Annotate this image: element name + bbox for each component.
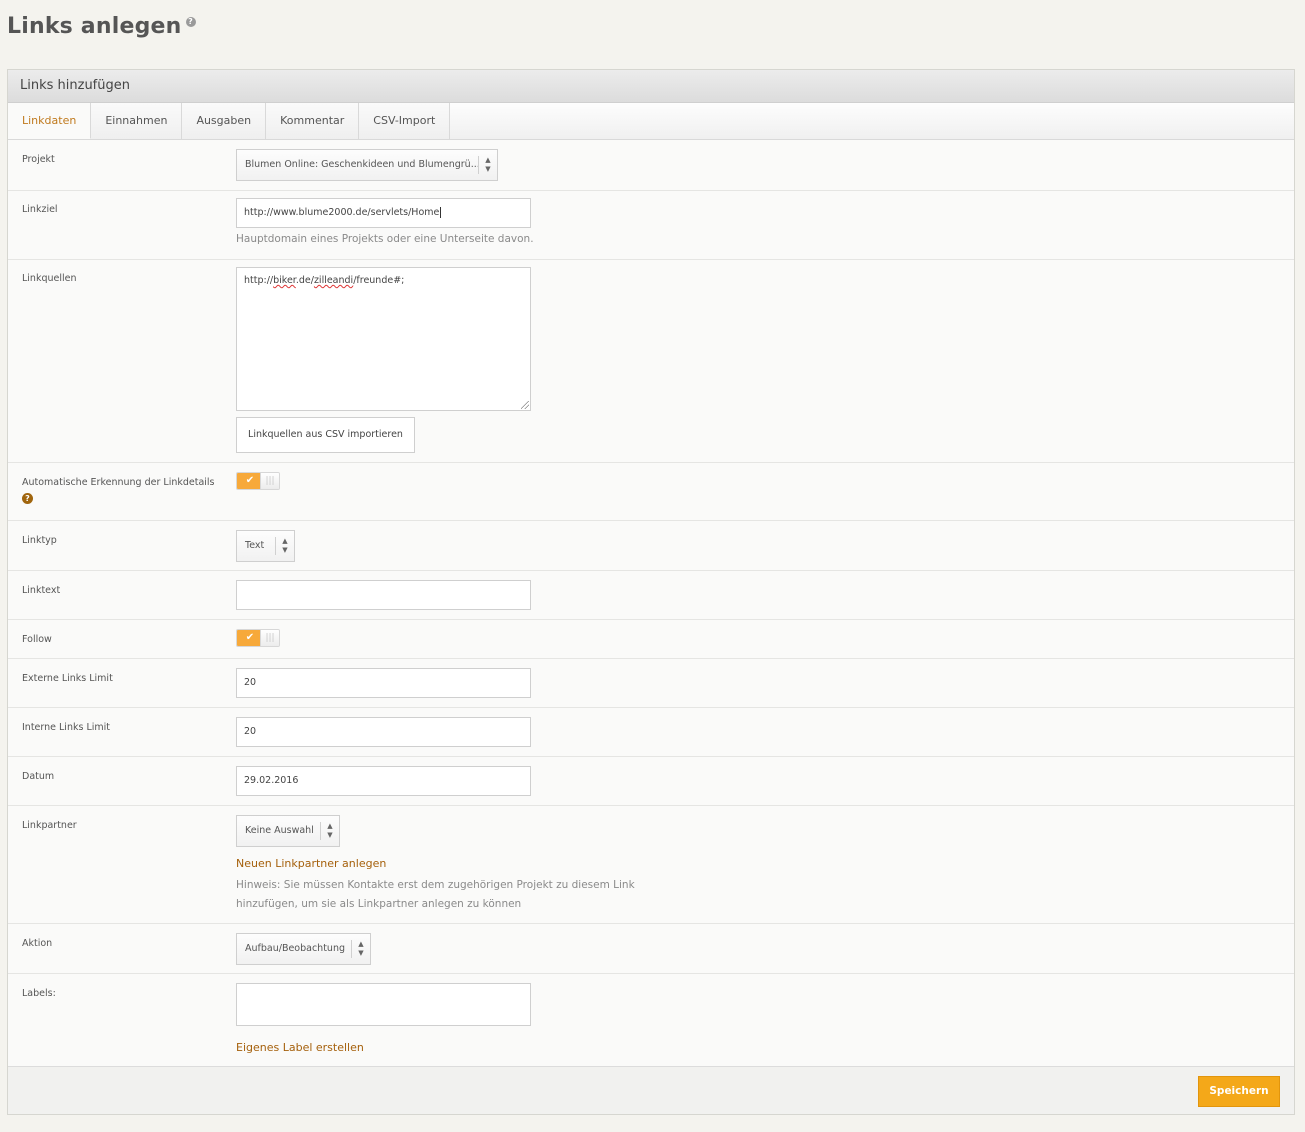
linkziel-label: Linkziel	[22, 204, 58, 215]
tab-ausgaben[interactable]: Ausgaben	[182, 103, 267, 139]
form-footer: Speichern	[8, 1066, 1294, 1114]
aktion-select[interactable]: Aufbau/Beobachtung ▲ ▼	[236, 933, 371, 965]
question-icon[interactable]: ?	[22, 493, 33, 504]
question-icon[interactable]: ?	[185, 17, 196, 27]
row-aktion: Aktion Aufbau/Beobachtung ▲ ▼	[8, 924, 1294, 974]
linkpartner-select-value: Keine Auswahl	[245, 825, 314, 836]
row-linktyp: Linktyp Text ▲ ▼	[8, 521, 1294, 571]
projekt-select[interactable]: Blumen Online: Geschenkideen und Blumeng…	[236, 149, 498, 181]
externe-links-limit-input[interactable]: 20	[236, 668, 531, 698]
linkquellen-text-part: /freunde#;	[353, 275, 405, 286]
tab-kommentar[interactable]: Kommentar	[266, 103, 360, 139]
auto-detect-label: Automatische Erkennung der Linkdetails ?	[22, 476, 222, 505]
select-arrows-icon: ▲ ▼	[351, 940, 370, 958]
tab-einnahmen[interactable]: Einnahmen	[91, 103, 183, 139]
import-csv-button[interactable]: Linkquellen aus CSV importieren	[236, 417, 415, 453]
select-arrows-icon: ▲ ▼	[478, 156, 497, 174]
row-linkziel: Linkziel http://www.blume2000.de/servlet…	[8, 191, 1294, 260]
linktyp-select[interactable]: Text ▲ ▼	[236, 530, 295, 562]
resize-grip-icon[interactable]	[521, 401, 529, 409]
interne-links-limit-label: Interne Links Limit	[22, 722, 110, 733]
row-externe-links-limit: Externe Links Limit 20	[8, 659, 1294, 708]
create-label-link[interactable]: Eigenes Label erstellen	[236, 1041, 364, 1054]
aktion-select-value: Aufbau/Beobachtung	[245, 943, 346, 954]
tab-bar: Linkdaten Einnahmen Ausgaben Kommentar C…	[8, 103, 1294, 140]
tab-csv-import[interactable]: CSV-Import	[359, 103, 451, 139]
linkpartner-label: Linkpartner	[22, 820, 77, 831]
linkziel-value: http://www.blume2000.de/servlets/Home	[244, 207, 440, 218]
linkquellen-text-part: http://	[244, 275, 274, 286]
page-title-text: Links anlegen	[7, 14, 182, 39]
datum-label: Datum	[22, 771, 55, 782]
linkpartner-select[interactable]: Keine Auswahl ▲ ▼	[236, 815, 340, 847]
row-linkpartner: Linkpartner Keine Auswahl ▲ ▼ Neuen Linkp…	[8, 806, 1294, 924]
externe-links-limit-label: Externe Links Limit	[22, 673, 113, 684]
projekt-label: Projekt	[22, 154, 55, 165]
tab-linkdaten[interactable]: Linkdaten	[8, 103, 92, 139]
row-linktext: Linktext	[8, 571, 1294, 620]
row-follow: Follow ✔ |||	[8, 620, 1294, 659]
linkquellen-text-part: .de/	[295, 275, 314, 286]
linkpartner-hint-line1: Hinweis: Sie müssen Kontakte erst dem zu…	[236, 879, 635, 891]
linkziel-input[interactable]: http://www.blume2000.de/servlets/Home	[236, 198, 531, 228]
row-projekt: Projekt Blumen Online: Geschenkideen und…	[8, 140, 1294, 191]
linkquellen-text-part: zilleandi	[313, 275, 354, 286]
linktyp-select-value: Text	[245, 540, 265, 551]
text-cursor	[440, 207, 442, 218]
datum-input[interactable]: 29.02.2016	[236, 766, 531, 796]
projekt-select-value: Blumen Online: Geschenkideen und Blumeng…	[245, 159, 480, 170]
linkquellen-text-part: biker	[273, 275, 296, 286]
linktyp-label: Linktyp	[22, 535, 57, 546]
linkziel-hint: Hauptdomain eines Projekts oder eine Unt…	[236, 233, 534, 245]
linktext-label: Linktext	[22, 585, 61, 596]
follow-toggle[interactable]: ✔ |||	[236, 629, 280, 647]
save-button[interactable]: Speichern	[1198, 1076, 1280, 1107]
interne-links-limit-input[interactable]: 20	[236, 717, 531, 747]
page-title: Links anlegen?	[7, 14, 196, 39]
select-arrows-icon: ▲ ▼	[275, 537, 294, 555]
row-labels: Labels: Eigenes Label erstellen	[8, 974, 1294, 1067]
follow-label: Follow	[22, 634, 52, 645]
toggle-grip-icon: |||	[260, 630, 279, 646]
aktion-label: Aktion	[22, 938, 53, 949]
auto-detect-toggle[interactable]: ✔ |||	[236, 472, 280, 490]
linkpartner-hint-line2: hinzufügen, um sie als Linkpartner anleg…	[236, 898, 522, 910]
labels-label: Labels:	[22, 988, 56, 999]
links-panel: Links hinzufügen Linkdaten Einnahmen Aus…	[7, 69, 1295, 1115]
new-linkpartner-link[interactable]: Neuen Linkpartner anlegen	[236, 857, 386, 870]
row-interne-links-limit: Interne Links Limit 20	[8, 708, 1294, 757]
labels-input[interactable]	[236, 983, 531, 1026]
linktext-input[interactable]	[236, 580, 531, 610]
toggle-grip-icon: |||	[260, 473, 279, 489]
row-datum: Datum 29.02.2016	[8, 757, 1294, 806]
linkquellen-textarea[interactable]: http://biker.de/zilleandi/freunde#;	[236, 267, 531, 411]
auto-detect-label-text: Automatische Erkennung der Linkdetails	[22, 477, 215, 488]
linkquellen-label: Linkquellen	[22, 273, 77, 284]
select-arrows-icon: ▲ ▼	[320, 822, 339, 840]
row-auto-detect: Automatische Erkennung der Linkdetails ?…	[8, 463, 1294, 521]
panel-header: Links hinzufügen	[8, 70, 1294, 103]
row-linkquellen: Linkquellen http://biker.de/zilleandi/fr…	[8, 260, 1294, 463]
